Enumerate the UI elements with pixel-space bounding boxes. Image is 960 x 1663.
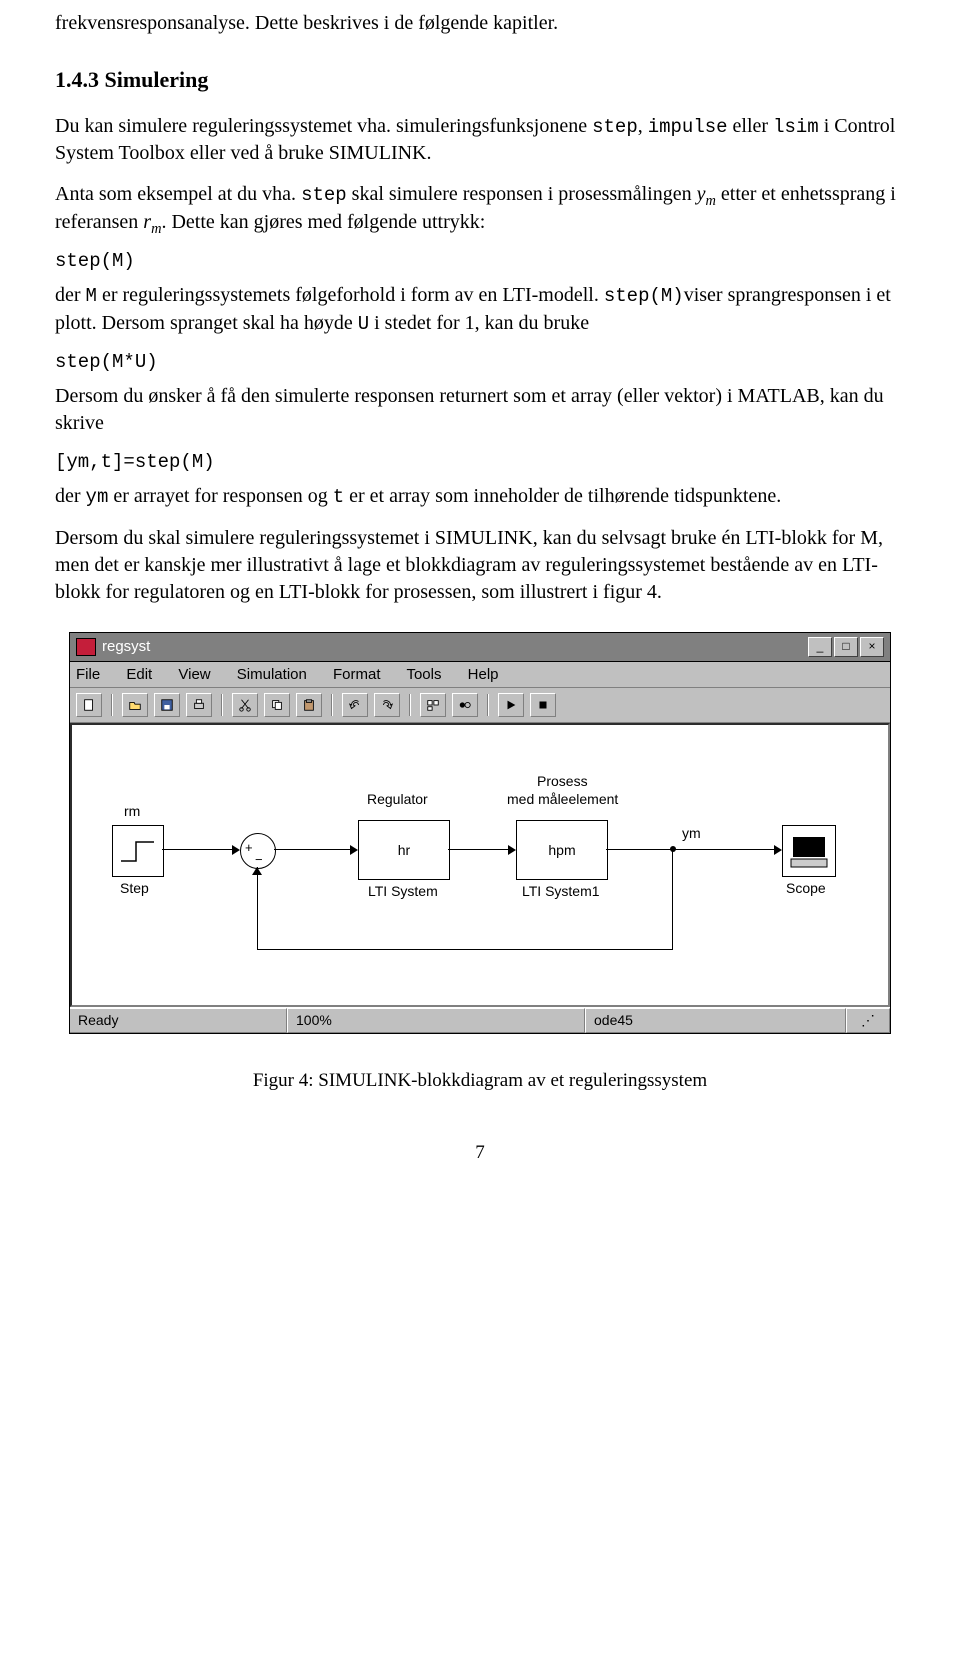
status-ready: Ready <box>70 1008 287 1033</box>
signal-ym-label: ym <box>682 825 701 841</box>
code-line-2: step(M*U) <box>55 351 905 373</box>
paragraph-6: Dersom du skal simulere reguleringssyste… <box>55 525 905 606</box>
status-solver: ode45 <box>585 1008 846 1033</box>
close-button[interactable]: × <box>860 637 884 657</box>
paste-icon[interactable] <box>296 693 322 717</box>
window-title: regsyst <box>102 638 808 655</box>
sum-junction[interactable]: + − <box>240 833 276 869</box>
scope-block-label: Scope <box>786 880 826 896</box>
status-zoom: 100% <box>287 1008 585 1033</box>
model-canvas[interactable]: rm Step + − Regulator hr LTI System <box>70 723 890 1007</box>
menu-view[interactable]: View <box>178 666 210 683</box>
process-title-2: med måleelement <box>507 791 618 807</box>
code-line-3: [ym,t]=step(M) <box>55 451 905 473</box>
process-title-1: Prosess <box>537 773 588 789</box>
code-line-1: step(M) <box>55 250 905 272</box>
branch-node <box>670 846 676 852</box>
menu-tools[interactable]: Tools <box>406 666 441 683</box>
minimize-button[interactable]: _ <box>808 637 832 657</box>
paragraph-4: Dersom du ønsker å få den simulerte resp… <box>55 383 905 437</box>
menu-format[interactable]: Format <box>333 666 381 683</box>
menu-simulation[interactable]: Simulation <box>237 666 307 683</box>
new-icon[interactable] <box>76 693 102 717</box>
stop-icon[interactable] <box>530 693 556 717</box>
figure-caption: Figur 4: SIMULINK-blokkdiagram av et reg… <box>55 1070 905 1092</box>
resize-grip-icon[interactable]: ⋰ <box>846 1008 890 1033</box>
status-bar: Ready 100% ode45 ⋰ <box>70 1007 890 1033</box>
run-icon[interactable] <box>498 693 524 717</box>
page-number: 7 <box>55 1142 905 1164</box>
undo-icon[interactable] <box>342 693 368 717</box>
step-block[interactable] <box>112 825 164 877</box>
scope-block[interactable] <box>782 825 836 877</box>
cut-icon[interactable] <box>232 693 258 717</box>
menu-edit[interactable]: Edit <box>126 666 152 683</box>
menu-help[interactable]: Help <box>468 666 499 683</box>
section-heading: 1.4.3 Simulering <box>55 65 905 95</box>
process-block[interactable]: hpm <box>516 820 608 880</box>
toolbar <box>70 688 890 723</box>
copy-icon[interactable] <box>264 693 290 717</box>
paragraph-1: Du kan simulere reguleringssystemet vha.… <box>55 113 905 168</box>
regulator-block[interactable]: hr <box>358 820 450 880</box>
maximize-button[interactable]: □ <box>834 637 858 657</box>
signal-rm-label: rm <box>124 803 140 819</box>
code-step: step <box>592 116 638 138</box>
paragraph-5: der ym er arrayet for responsen og t er … <box>55 483 905 511</box>
redo-icon[interactable] <box>374 693 400 717</box>
regulator-block-label: LTI System <box>368 883 438 899</box>
step-block-label: Step <box>120 880 149 896</box>
code-impulse: impulse <box>648 116 728 138</box>
window-titlebar[interactable]: regsyst _ □ × <box>70 633 890 662</box>
toggle-icon[interactable] <box>452 693 478 717</box>
menu-bar: File Edit View Simulation Format Tools H… <box>70 662 890 688</box>
simulink-app-icon <box>76 638 96 656</box>
process-block-label: LTI System1 <box>522 883 600 899</box>
print-icon[interactable] <box>186 693 212 717</box>
simulink-window: regsyst _ □ × File Edit View Simulation … <box>69 632 891 1034</box>
menu-file[interactable]: File <box>76 666 100 683</box>
open-icon[interactable] <box>122 693 148 717</box>
library-icon[interactable] <box>420 693 446 717</box>
save-icon[interactable] <box>154 693 180 717</box>
code-lsim: lsim <box>773 116 819 138</box>
intro-tail: frekvensresponsanalyse. Dette beskrives … <box>55 10 905 37</box>
regulator-title: Regulator <box>367 791 428 807</box>
paragraph-3: der M er reguleringssystemets følgeforho… <box>55 282 905 337</box>
paragraph-2: Anta som eksempel at du vha. step skal s… <box>55 181 905 236</box>
